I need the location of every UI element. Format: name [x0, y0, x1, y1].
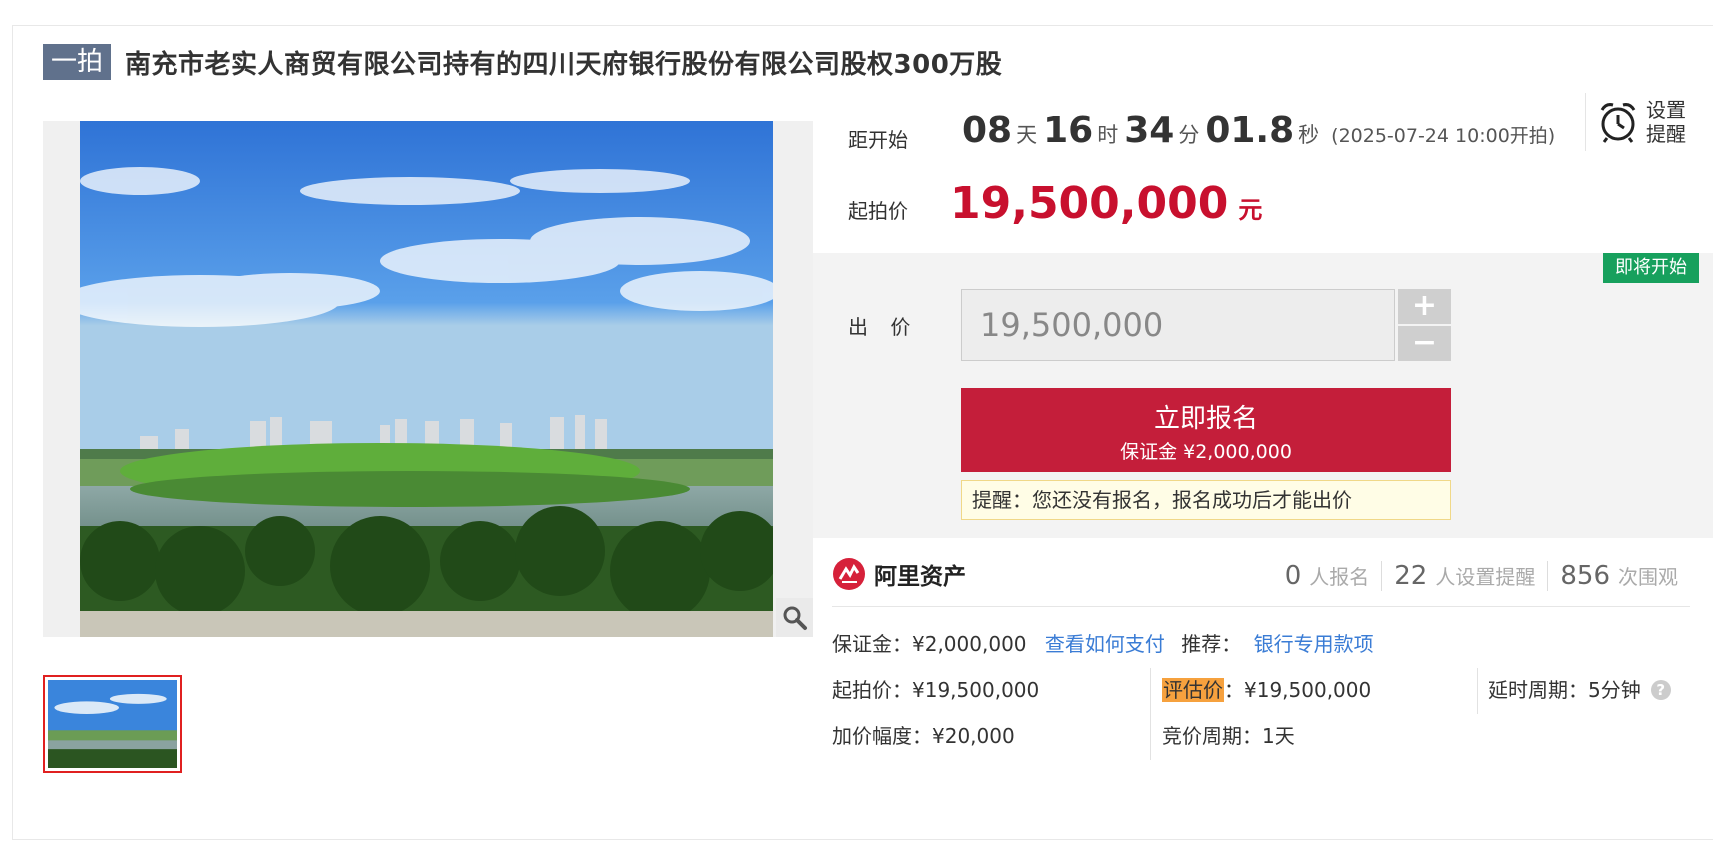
auction-stats: 0 人报名 22 人设置提醒 856 次围观	[1273, 561, 1690, 591]
platform-logo[interactable]: 阿里资产	[832, 557, 966, 591]
stat-label: 人报名	[1309, 565, 1370, 589]
hours-unit: 时	[1097, 123, 1119, 147]
minutes-unit: 分	[1178, 123, 1200, 147]
detail-value: 1天	[1262, 724, 1295, 748]
stat-count: 22	[1394, 561, 1428, 591]
countdown-hours: 16	[1043, 110, 1094, 151]
appraisal-label: 评估价	[1162, 678, 1224, 702]
signup-notice: 提醒：您还没有报名，报名成功后才能出价	[961, 480, 1451, 520]
seconds-unit: 秒	[1298, 123, 1320, 147]
stats-row: 阿里资产 0 人报名 22 人设置提醒 856 次围观	[832, 555, 1690, 607]
start-price-unit: 元	[1238, 196, 1263, 224]
countdown: 08 天 16 时 34 分 01.8 秒 (2025-07-24 10:00开…	[962, 110, 1555, 151]
bidding-period-detail: 竞价周期：1天	[1162, 720, 1295, 749]
decrease-bid-button[interactable]: −	[1398, 326, 1451, 361]
alarm-clock-icon	[1600, 103, 1636, 143]
deposit-line: 保证金：¥2,000,000 查看如何支付 推荐： 银行专用款项	[832, 628, 1374, 657]
countdown-row: 距开始 08 天 16 时 34 分 01.8 秒 (2025-07-24 10…	[813, 100, 1713, 180]
question-mark-icon[interactable]: ?	[1650, 680, 1671, 700]
stat-signups: 0 人报名	[1273, 561, 1382, 591]
deposit-value: ¥2,000,000	[912, 632, 1027, 656]
main-photo[interactable]	[80, 121, 773, 637]
status-badge: 即将开始	[1603, 253, 1699, 283]
detail-value: 5分钟	[1588, 678, 1641, 702]
recommend-label: 推荐：	[1181, 632, 1242, 656]
round-tag: 一拍	[43, 44, 112, 80]
thumbnail-image	[48, 680, 177, 768]
bank-account-link[interactable]: 银行专用款项	[1254, 632, 1374, 656]
extension-detail: 延时周期：5分钟?	[1488, 674, 1671, 703]
appraisal-detail: 评估价：¥19,500,000	[1162, 674, 1371, 703]
increment-detail: 加价幅度：¥20,000	[832, 720, 1015, 749]
start-price-detail: 起拍价：¥19,500,000	[832, 674, 1039, 703]
set-reminder-button[interactable]: 设置提醒	[1585, 93, 1695, 151]
countdown-days: 08	[962, 110, 1013, 151]
days-unit: 天	[1016, 123, 1038, 147]
how-to-pay-link[interactable]: 查看如何支付	[1045, 632, 1165, 656]
start-price-row: 起拍价 19,500,000 元	[848, 178, 1262, 229]
bid-label: 出 价	[848, 315, 919, 339]
bid-panel: 出 价 19,500,000 + − 立即报名 保证金 ¥2,000,000 提…	[813, 253, 1713, 538]
bid-amount-input[interactable]: 19,500,000	[961, 289, 1395, 361]
countdown-label: 距开始	[848, 128, 908, 152]
landscape-photo	[80, 121, 773, 637]
start-price-value: 19,500,000	[950, 178, 1229, 229]
detail-label: 起拍价：	[832, 678, 912, 702]
signup-label: 立即报名	[1153, 404, 1258, 434]
column-divider	[1477, 668, 1478, 714]
start-price-label: 起拍价	[848, 199, 908, 223]
increase-bid-button[interactable]: +	[1398, 289, 1451, 324]
image-gallery	[43, 121, 813, 637]
stat-label: 人设置提醒	[1435, 565, 1536, 589]
start-time: (2025-07-24 10:00开拍)	[1331, 125, 1556, 147]
zoom-button[interactable]	[776, 598, 813, 637]
column-divider	[1150, 668, 1151, 760]
detail-value: ：¥19,500,000	[1224, 678, 1372, 702]
platform-name: 阿里资产	[874, 564, 966, 590]
stat-count: 0	[1284, 561, 1302, 591]
page-title: 南充市老实人商贸有限公司持有的四川天府银行股份有限公司股权300万股	[125, 49, 1003, 80]
bid-stepper: + −	[1398, 289, 1451, 361]
detail-label: 延时周期：	[1488, 678, 1588, 702]
signup-button[interactable]: 立即报名 保证金 ¥2,000,000	[961, 388, 1451, 472]
countdown-seconds: 01.8	[1205, 110, 1295, 151]
ali-assets-logo-icon	[833, 558, 865, 590]
countdown-minutes: 34	[1124, 110, 1175, 151]
title-row: 一拍 南充市老实人商贸有限公司持有的四川天府银行股份有限公司股权300万股	[43, 44, 1002, 80]
detail-label: 竞价周期：	[1162, 724, 1262, 748]
detail-value: ¥20,000	[932, 724, 1015, 748]
stat-count: 856	[1560, 561, 1610, 591]
stat-views: 856 次围观	[1547, 561, 1690, 591]
signup-deposit: 保证金 ¥2,000,000	[1120, 441, 1292, 463]
detail-label: 加价幅度：	[832, 724, 932, 748]
set-reminder-label: 设置提醒	[1646, 98, 1686, 146]
stat-label: 次围观	[1618, 565, 1678, 589]
stat-reminders: 22 人设置提醒	[1381, 561, 1547, 591]
deposit-label: 保证金：	[832, 632, 912, 656]
detail-value: ¥19,500,000	[912, 678, 1040, 702]
magnifier-icon	[783, 606, 807, 630]
thumbnail-1[interactable]	[43, 675, 182, 773]
